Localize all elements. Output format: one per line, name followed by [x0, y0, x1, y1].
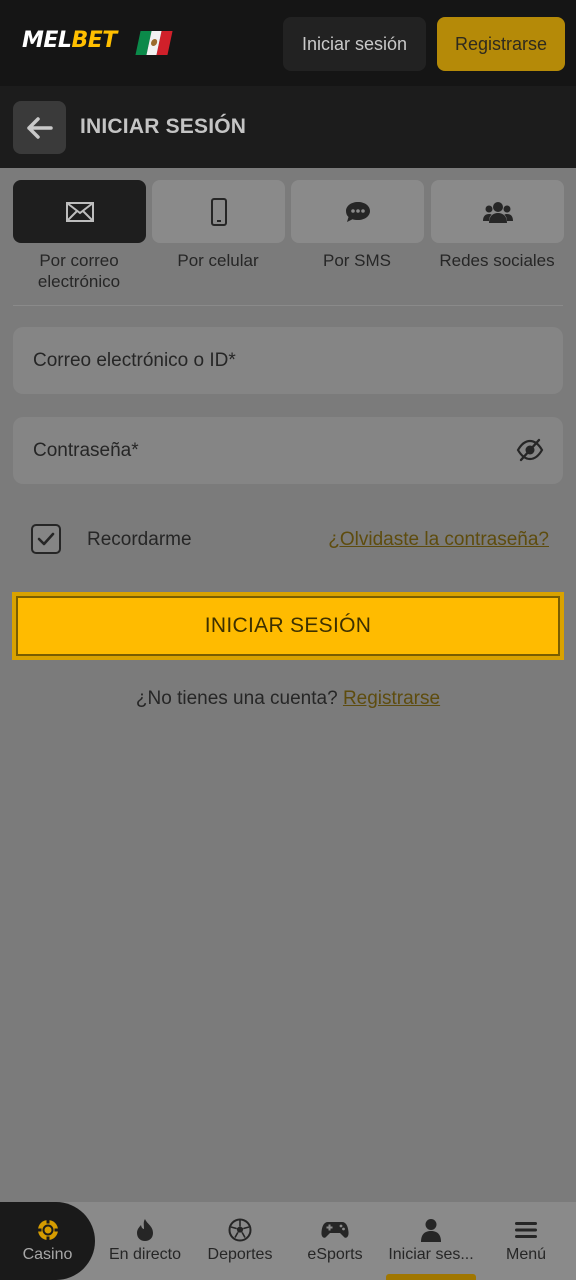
back-button[interactable]: [13, 101, 66, 154]
logo-mel-text: MEL: [22, 28, 72, 53]
flame-icon: [137, 1219, 153, 1241]
no-account-row: ¿No tienes una cuenta? Registrarse: [0, 688, 576, 710]
email-field[interactable]: [13, 327, 563, 394]
phone-icon: [210, 197, 227, 226]
hamburger-menu-icon: [515, 1222, 537, 1238]
password-field[interactable]: [13, 417, 563, 484]
top-header: MELBET Iniciar sesión Registrarse: [0, 0, 576, 86]
login-submit-button[interactable]: INICIAR SESIÓN: [12, 592, 564, 660]
user-icon: [421, 1219, 441, 1242]
tab-sms-label: Por SMS: [322, 251, 392, 270]
nav-item-esports[interactable]: eSports: [290, 1202, 380, 1280]
active-nav-indicator: [386, 1274, 476, 1280]
page-title: INICIAR SESIÓN: [80, 115, 247, 138]
chat-bubble-icon: [345, 201, 370, 222]
tab-social[interactable]: [431, 180, 564, 243]
nav-label-esports: eSports: [307, 1246, 363, 1263]
header-login-button[interactable]: Iniciar sesión: [283, 17, 426, 71]
eye-slash-icon[interactable]: [516, 438, 544, 462]
nav-label-login: Iniciar ses...: [388, 1246, 474, 1263]
tab-sms[interactable]: [291, 180, 424, 243]
mexico-flag-icon[interactable]: [135, 31, 173, 55]
password-field-container: [13, 417, 563, 484]
gamepad-icon: [321, 1222, 349, 1238]
envelope-icon: [65, 201, 94, 222]
no-account-text: ¿No tienes una cuenta?: [135, 688, 338, 709]
soccer-ball-icon: [228, 1218, 252, 1242]
nav-label-sports: Deportes: [207, 1246, 273, 1263]
remember-checkbox[interactable]: [31, 524, 61, 554]
tab-phone[interactable]: [152, 180, 285, 243]
nav-label-live: En directo: [108, 1246, 182, 1263]
nav-item-casino[interactable]: Casino: [0, 1202, 95, 1280]
page-title-bar: INICIAR SESIÓN: [0, 86, 576, 168]
header-register-button[interactable]: Registrarse: [437, 17, 565, 71]
remember-label[interactable]: Recordarme: [87, 529, 192, 551]
users-icon: [482, 201, 513, 223]
logo-bet-text: BET: [71, 28, 117, 53]
nav-item-login[interactable]: Iniciar ses...: [384, 1202, 478, 1280]
tab-phone-label: Por celular: [177, 251, 259, 270]
divider: [13, 305, 563, 306]
forgot-password-link[interactable]: ¿Olvidaste la contraseña?: [328, 529, 549, 551]
nav-item-menu[interactable]: Menú: [482, 1202, 570, 1280]
nav-label-casino: Casino: [22, 1246, 73, 1263]
email-field-container: [13, 327, 563, 394]
nav-item-sports[interactable]: Deportes: [195, 1202, 285, 1280]
tab-social-label: Redes sociales: [439, 251, 555, 270]
melbet-logo[interactable]: MELBET: [22, 28, 117, 53]
nav-item-live[interactable]: En directo: [100, 1202, 190, 1280]
tab-email[interactable]: [13, 180, 146, 243]
tab-email-label: Por correo electrónico: [37, 251, 121, 291]
casino-chip-icon: [37, 1220, 58, 1240]
register-link[interactable]: Registrarse: [343, 688, 440, 709]
nav-label-menu: Menú: [505, 1246, 547, 1263]
checkmark-icon: [37, 532, 55, 546]
arrow-left-icon: [26, 116, 53, 139]
bottom-navigation: Casino En directo Deportes eSports Inici…: [0, 1202, 576, 1280]
